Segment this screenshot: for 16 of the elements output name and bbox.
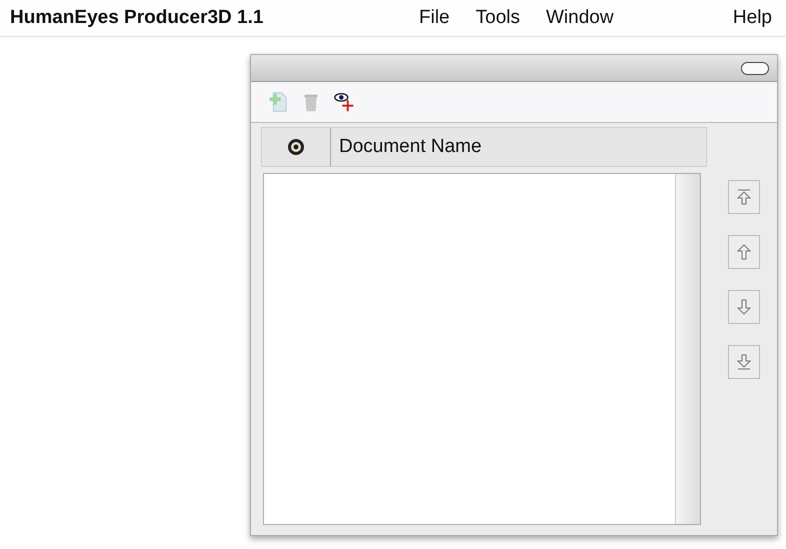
toolbar-toggle-button[interactable] [741, 62, 769, 74]
move-up-button[interactable] [728, 235, 760, 269]
menu-item[interactable]: Help [732, 7, 772, 29]
eye-icon [286, 137, 306, 157]
move-to-top-button[interactable] [728, 180, 760, 214]
menu-item[interactable]: Window [546, 7, 614, 29]
move-to-bottom-button[interactable] [728, 345, 760, 379]
arrow-down-icon [734, 297, 754, 317]
move-down-button[interactable] [728, 290, 760, 324]
arrow-down-to-bar-icon [734, 352, 754, 372]
arrow-up-to-bar-icon [734, 187, 754, 207]
app-name[interactable]: HumanEyes Producer3D 1.1 [10, 7, 405, 29]
scrollbar[interactable] [675, 174, 700, 524]
menu-item[interactable]: File [419, 7, 450, 29]
arrow-up-icon [734, 242, 754, 262]
menu-item[interactable]: Tools [476, 7, 520, 29]
